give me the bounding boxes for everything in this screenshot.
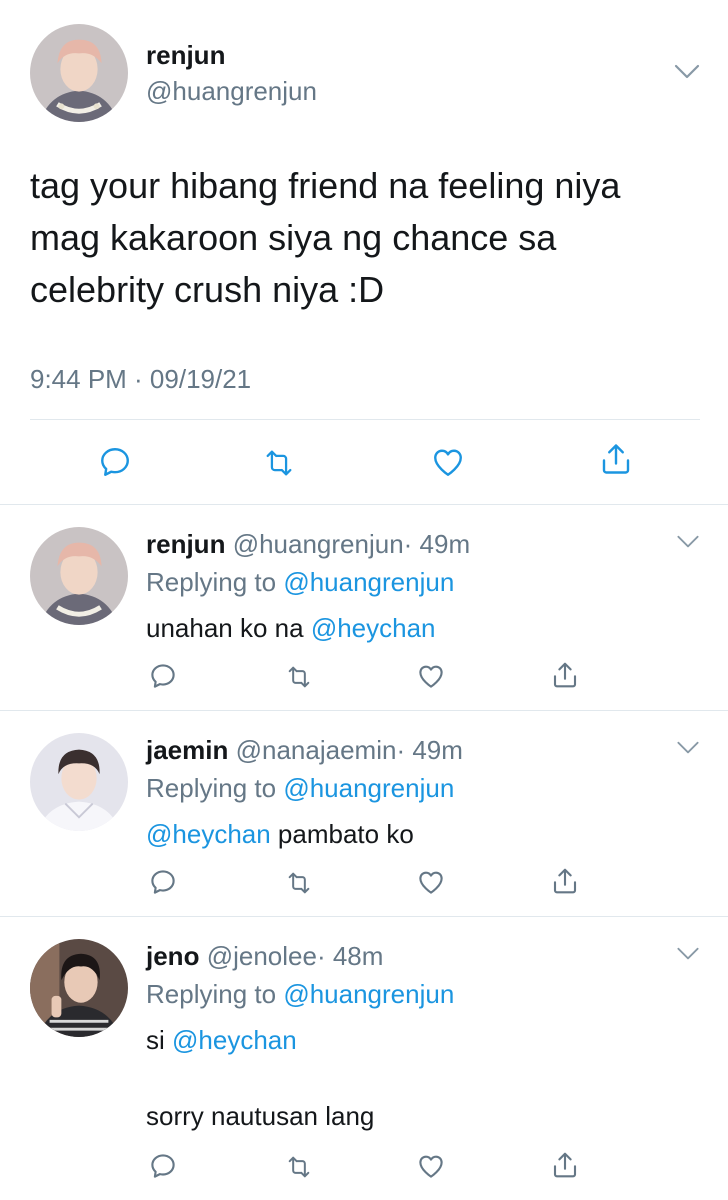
- reply-header: jaemin @nanajaemin· 49m: [146, 735, 463, 766]
- tweet-timestamp[interactable]: 9:44 PM · 09/19/21: [30, 364, 251, 395]
- retweet-icon[interactable]: [282, 663, 316, 691]
- mention-link[interactable]: @heychan: [146, 819, 271, 849]
- reply-icon[interactable]: [96, 444, 134, 480]
- share-icon[interactable]: [550, 1149, 580, 1181]
- reply-tweet[interactable]: jeno @jenolee· 48m Replying to @huangren…: [0, 917, 728, 1200]
- like-icon[interactable]: [416, 661, 446, 691]
- reply-icon[interactable]: [148, 661, 178, 691]
- like-icon[interactable]: [428, 444, 468, 480]
- replying-to: Replying to @huangrenjun: [146, 567, 454, 598]
- replying-to: Replying to @huangrenjun: [146, 979, 454, 1010]
- user-handle[interactable]: @jenolee: [207, 941, 317, 971]
- reply-text-part: unahan ko na: [146, 613, 311, 643]
- display-name[interactable]: renjun: [146, 40, 225, 71]
- mention-link[interactable]: @huangrenjun: [283, 773, 454, 803]
- reply-time: · 49m: [403, 529, 471, 559]
- chevron-down-icon[interactable]: [676, 947, 700, 961]
- user-handle[interactable]: @huangrenjun: [146, 76, 317, 107]
- mention-link[interactable]: @huangrenjun: [283, 979, 454, 1009]
- avatar[interactable]: [30, 527, 128, 625]
- replying-to-label: Replying to: [146, 979, 284, 1009]
- retweet-icon[interactable]: [258, 446, 300, 480]
- reply-icon[interactable]: [148, 867, 178, 897]
- reply-text-part: si: [146, 1025, 172, 1055]
- user-handle[interactable]: @nanajaemin: [236, 735, 397, 765]
- share-icon[interactable]: [598, 440, 634, 478]
- user-handle[interactable]: @huangrenjun: [233, 529, 404, 559]
- chevron-down-icon[interactable]: [674, 64, 700, 80]
- mention-link[interactable]: @huangrenjun: [283, 567, 454, 597]
- main-tweet: renjun @huangrenjun tag your hibang frie…: [0, 0, 728, 505]
- reply-header: jeno @jenolee· 48m: [146, 941, 383, 972]
- replying-to: Replying to @huangrenjun: [146, 773, 454, 804]
- share-icon[interactable]: [550, 865, 580, 897]
- reply-text: @heychan pambato ko: [146, 819, 414, 850]
- like-icon[interactable]: [416, 867, 446, 897]
- replying-to-label: Replying to: [146, 567, 284, 597]
- avatar[interactable]: [30, 939, 128, 1037]
- replying-to-label: Replying to: [146, 773, 284, 803]
- reply-text-line2: sorry nautusan lang: [146, 1101, 375, 1131]
- display-name[interactable]: jeno: [146, 941, 199, 971]
- mention-link[interactable]: @heychan: [311, 613, 436, 643]
- divider: [30, 419, 700, 420]
- avatar[interactable]: [30, 24, 128, 122]
- retweet-icon[interactable]: [282, 1153, 316, 1181]
- display-name[interactable]: renjun: [146, 529, 225, 559]
- display-name[interactable]: jaemin: [146, 735, 228, 765]
- reply-text: si @heychan: [146, 1025, 297, 1056]
- reply-icon[interactable]: [148, 1151, 178, 1181]
- reply-tweet[interactable]: jaemin @nanajaemin· 49m Replying to @hua…: [0, 711, 728, 917]
- retweet-icon[interactable]: [282, 869, 316, 897]
- reply-time: · 49m: [396, 735, 463, 765]
- tweet-text: tag your hibang friend na feeling niya m…: [30, 165, 621, 310]
- share-icon[interactable]: [550, 659, 580, 691]
- reply-time: · 48m: [316, 941, 384, 971]
- mention-link[interactable]: @heychan: [172, 1025, 297, 1055]
- chevron-down-icon[interactable]: [676, 741, 700, 755]
- reply-text: unahan ko na @heychan: [146, 613, 436, 644]
- like-icon[interactable]: [416, 1151, 446, 1181]
- reply-tweet[interactable]: renjun @huangrenjun· 49m Replying to @hu…: [0, 505, 728, 711]
- chevron-down-icon[interactable]: [676, 535, 700, 549]
- avatar[interactable]: [30, 733, 128, 831]
- reply-text-part: pambato ko: [270, 819, 414, 849]
- reply-header: renjun @huangrenjun· 49m: [146, 529, 470, 560]
